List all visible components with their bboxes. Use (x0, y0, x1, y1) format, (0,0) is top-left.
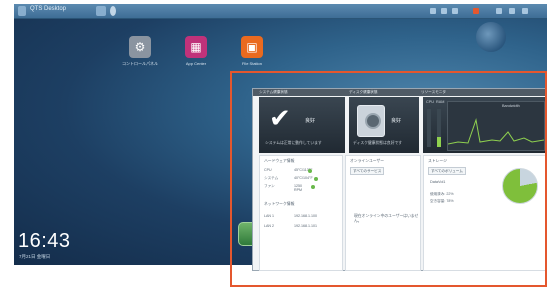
settings-icon[interactable] (441, 8, 447, 14)
desktop-icon-label: File Station (241, 61, 262, 66)
desktop-icon-label: App Center (185, 61, 207, 66)
taskbar-title: QTS Desktop (30, 6, 67, 12)
app-center-icon: ▦ (185, 36, 207, 58)
desktop-icon-file-station[interactable]: ▣ File Station (230, 36, 274, 66)
clock-time: 16:43 (18, 230, 71, 252)
desktop-icon-app-center[interactable]: ▦ App Center (174, 36, 218, 66)
desktop-icon-control-panel[interactable]: ⚙ コントロールパネル (118, 36, 162, 67)
taskbar: QTS Desktop (14, 4, 547, 19)
main-menu-button[interactable] (18, 6, 26, 16)
control-panel-icon: ⚙ (129, 36, 151, 58)
notification-icon[interactable] (496, 8, 502, 14)
highlight-frame (230, 71, 547, 287)
show-desktop-button[interactable] (96, 6, 106, 16)
dashboard-icon[interactable] (473, 8, 479, 14)
desktop-icon-label: コントロールパネル (122, 61, 158, 66)
globe-icon (476, 22, 506, 52)
background-tasks-icon[interactable] (509, 8, 515, 14)
search-icon[interactable] (110, 6, 116, 16)
user-icon[interactable] (430, 8, 436, 14)
more-icon[interactable] (522, 8, 528, 14)
clock-date: 7月21日 金曜日 (19, 254, 51, 259)
help-icon[interactable] (452, 8, 458, 14)
file-station-icon: ▣ (241, 36, 263, 58)
